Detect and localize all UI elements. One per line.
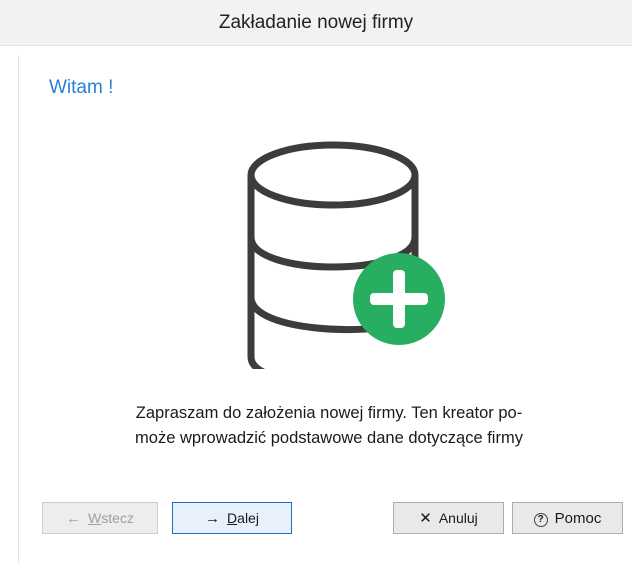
help-button[interactable]: ? Pomoc (512, 502, 623, 534)
cancel-button-label: Anuluj (438, 510, 478, 526)
title-bar: Zakładanie nowej firmy (0, 0, 632, 46)
back-button-accelerator: W (88, 510, 102, 526)
greeting-heading: Witam ! (49, 77, 114, 98)
back-button[interactable]: ← Wstecz (42, 502, 158, 534)
next-button-accelerator: D (227, 510, 238, 526)
arrow-left-icon: ← (66, 509, 82, 527)
intro-message-line-1: Zapraszam do założenia nowej firmy. Ten … (135, 404, 523, 422)
intro-message-line-2: może wprowadzić podstawowe dane dotycząc… (135, 429, 523, 447)
close-icon: ✕ (419, 510, 432, 527)
next-button[interactable]: → Dalej (172, 502, 292, 534)
wizard-page: Witam ! Zapraszam do założenia nowej fir… (18, 55, 630, 563)
cancel-button[interactable]: ✕ Anuluj (393, 502, 504, 534)
intro-message: Zapraszam do założenia nowej firmy. Ten … (59, 401, 599, 451)
arrow-right-icon: → (205, 509, 221, 527)
next-button-label: alej (237, 510, 259, 526)
window-title: Zakładanie nowej firmy (218, 11, 414, 33)
help-button-label: Pomoc (554, 509, 602, 527)
back-button-label: stecz (101, 510, 134, 526)
database-add-icon (247, 141, 445, 369)
help-circle-icon: ? (533, 509, 548, 527)
